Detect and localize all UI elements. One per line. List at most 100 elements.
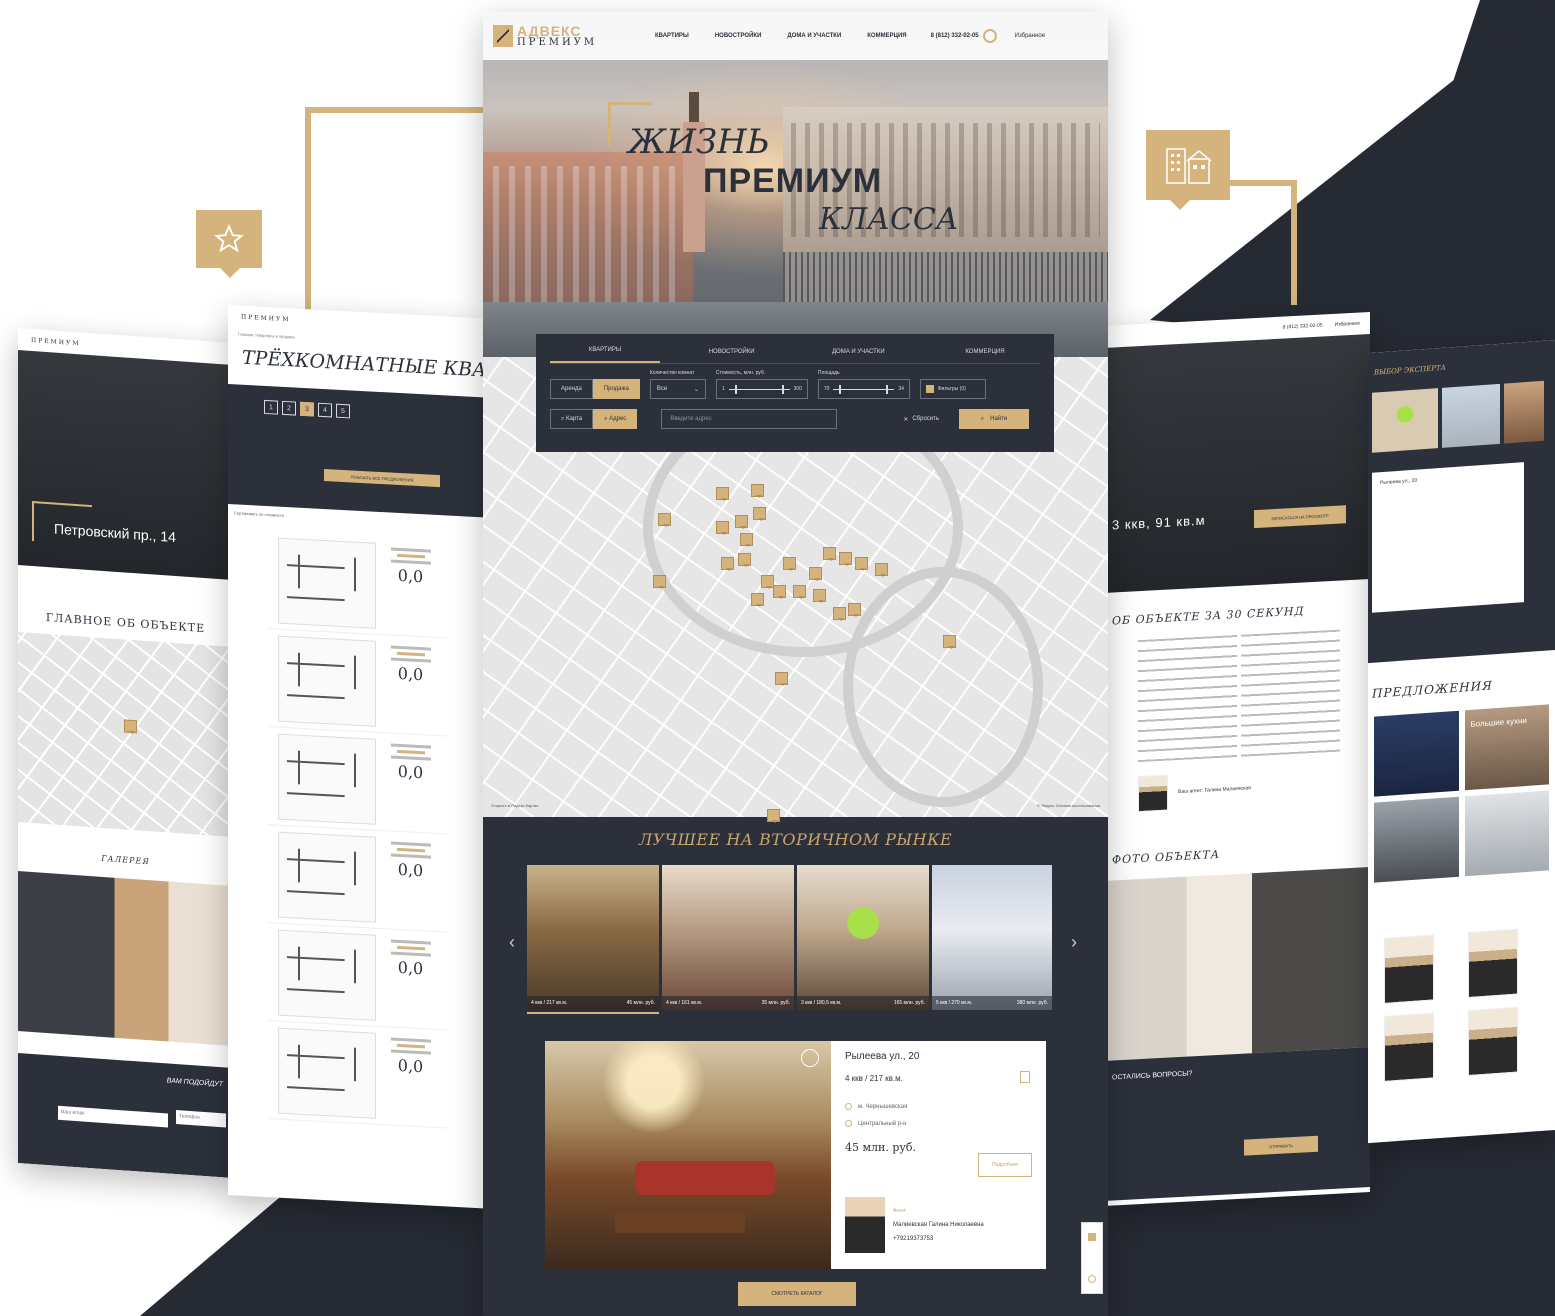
map-pin[interactable]	[124, 719, 137, 734]
carousel-slide[interactable]: 3 ккв / 180,5 кв.м. 165 млн. руб.	[797, 865, 929, 1010]
map-pin[interactable]	[740, 533, 753, 547]
room-4-button[interactable]: 4	[318, 402, 332, 418]
map-pin[interactable]	[767, 809, 780, 823]
nav-apartments[interactable]: КВАРТИРЫ	[655, 33, 689, 39]
map-pin[interactable]	[848, 603, 861, 617]
plan-card[interactable]: 0,0	[268, 825, 447, 933]
star-icon[interactable]	[1088, 1233, 1096, 1241]
filters-button[interactable]: Фильтры (0)	[919, 379, 986, 399]
map-pin[interactable]	[809, 567, 822, 581]
map-pin[interactable]	[793, 585, 806, 599]
map-pin[interactable]	[735, 515, 748, 529]
nav-commercial[interactable]: КОММЕРЦИЯ	[867, 33, 906, 39]
email-field[interactable]: Ваш email	[58, 1105, 168, 1128]
bookmark-icon[interactable]	[1020, 1071, 1030, 1083]
agent-role: Агент	[893, 1208, 906, 1214]
map-pin[interactable]	[813, 589, 826, 603]
map-pin[interactable]	[721, 557, 734, 571]
plan-card[interactable]: 0,0	[268, 629, 447, 737]
left1-map[interactable]	[18, 632, 233, 838]
reset-button[interactable]: ✕ Сбросить	[903, 409, 939, 429]
map-pin[interactable]	[875, 563, 888, 577]
map-pin[interactable]	[783, 557, 796, 571]
price-slider[interactable]: 1 300	[715, 379, 808, 399]
map-pin[interactable]	[653, 575, 666, 589]
carousel-slide[interactable]: 4 ккв / 217 кв.м. 45 млн. руб.	[527, 865, 659, 1010]
map-pin[interactable]	[738, 553, 751, 567]
logo[interactable]: АДВЕКС ПРЕМИУМ	[493, 21, 611, 51]
featured-photo[interactable]	[545, 1041, 831, 1269]
map-terms-link[interactable]: © Яндекс Условия использования	[1037, 803, 1100, 808]
map-view-button[interactable]: ⌕ Карта	[550, 409, 594, 429]
left1-gallery-photo[interactable]	[18, 871, 233, 1047]
tab-apartments[interactable]: КВАРТИРЫ	[550, 347, 660, 363]
carousel-prev-icon[interactable]: ‹	[509, 932, 515, 953]
offer-tile[interactable]	[1374, 796, 1459, 883]
carousel-slide[interactable]: 5 ккв / 270 кв.м. 380 млн. руб.	[932, 865, 1052, 1010]
side-widget[interactable]	[1081, 1222, 1103, 1294]
find-button[interactable]: ⌕ Найти	[959, 409, 1030, 429]
map-pin[interactable]	[716, 487, 729, 501]
tab-new-buildings[interactable]: НОВОСТРОЙКИ	[677, 349, 787, 363]
map-pin[interactable]	[751, 484, 764, 498]
favorites-link[interactable]: Избранное	[1015, 33, 1045, 39]
offer-tile[interactable]	[1464, 790, 1549, 877]
map-pin[interactable]	[855, 557, 868, 571]
map-pin[interactable]	[773, 585, 786, 599]
carousel-slide[interactable]: 4 ккв / 161 кв.м. 35 млн. руб.	[662, 865, 794, 1010]
phone-field[interactable]: Телефон	[176, 1110, 226, 1128]
tab-commercial[interactable]: КОММЕРЦИЯ	[930, 349, 1040, 363]
callback-icon[interactable]	[982, 29, 997, 43]
avatar[interactable]	[1467, 1006, 1518, 1077]
phone-link[interactable]: 8 (812) 332-02-05	[931, 33, 979, 39]
avatar[interactable]	[1384, 934, 1434, 1004]
tab-houses[interactable]: ДОМА И УЧАСТКИ	[803, 349, 913, 363]
details-button[interactable]: Подробнее	[978, 1153, 1032, 1177]
map-pin[interactable]	[839, 552, 852, 566]
rooms-select[interactable]: Все ⌄	[649, 379, 706, 399]
offer-tile[interactable]	[1374, 710, 1459, 797]
plan-card[interactable]: 0,0	[268, 923, 447, 1031]
map-pin[interactable]	[833, 607, 846, 621]
chat-icon[interactable]	[1088, 1275, 1096, 1283]
book-viewing-button[interactable]: ЗАПИСАТЬСЯ НА ПРОСМОТР	[1254, 505, 1346, 529]
featured-card[interactable]: Рылеева ул., 20 4 ккв / 217 кв.м. м. Чер…	[545, 1041, 1046, 1269]
avatar[interactable]	[1384, 1012, 1434, 1082]
left1-about-title: ГЛАВНОЕ ОБ ОБЪЕКТЕ	[45, 610, 206, 636]
right2-agents	[1368, 886, 1555, 1123]
main-nav: АДВЕКС ПРЕМИУМ КВАРТИРЫ НОВОСТРОЙКИ ДОМА…	[483, 12, 1108, 60]
catalog-button[interactable]: СМОТРЕТЬ КАТАЛОГ	[738, 1282, 856, 1306]
show-all-button[interactable]: ПОКАЗАТЬ ВСЕ ПРЕДЛОЖЕНИЯ	[324, 469, 440, 488]
favorite-icon[interactable]	[801, 1049, 819, 1067]
map-pin[interactable]	[716, 521, 729, 535]
room-5-button[interactable]: 5	[336, 403, 350, 419]
plan-card[interactable]: 0,0	[268, 1021, 447, 1129]
search-icon: ⌕	[980, 415, 985, 422]
rent-button[interactable]: Аренда	[550, 379, 593, 399]
room-1-button[interactable]: 1	[264, 399, 278, 415]
map-pin[interactable]	[943, 635, 956, 649]
carousel-next-icon[interactable]: ›	[1071, 932, 1077, 953]
area-slider[interactable]: 70 34	[817, 379, 910, 399]
address-input[interactable]: Введите адрес	[661, 409, 838, 429]
sale-button[interactable]: Продажа	[592, 379, 640, 399]
plan-card[interactable]: 0,0	[268, 727, 447, 835]
room-3-button[interactable]: 3	[300, 401, 314, 417]
room-2-button[interactable]: 2	[282, 400, 296, 416]
right1-photo[interactable]	[1108, 867, 1370, 1061]
map-pin[interactable]	[658, 513, 671, 527]
avatar[interactable]	[1467, 928, 1518, 999]
right2-card[interactable]: Рылеева ул., 20	[1372, 462, 1524, 613]
map-pin[interactable]	[823, 547, 836, 561]
map-pin[interactable]	[775, 672, 788, 686]
plan-card[interactable]: 0,0	[268, 531, 447, 639]
address-view-button[interactable]: ⌕ Адрес	[593, 409, 638, 429]
map-open-link[interactable]: Открыть в Яндекс.Картах	[491, 803, 538, 808]
nav-new-buildings[interactable]: НОВОСТРОЙКИ	[715, 33, 762, 39]
send-button[interactable]: ОТПРАВИТЬ	[1244, 1135, 1318, 1156]
map-pin[interactable]	[751, 593, 764, 607]
agent-phone[interactable]: +79219373753	[893, 1236, 984, 1242]
map-pin[interactable]	[753, 507, 766, 521]
nav-houses[interactable]: ДОМА И УЧАСТКИ	[787, 33, 841, 39]
offer-tile[interactable]: Большие кухни	[1464, 704, 1549, 791]
